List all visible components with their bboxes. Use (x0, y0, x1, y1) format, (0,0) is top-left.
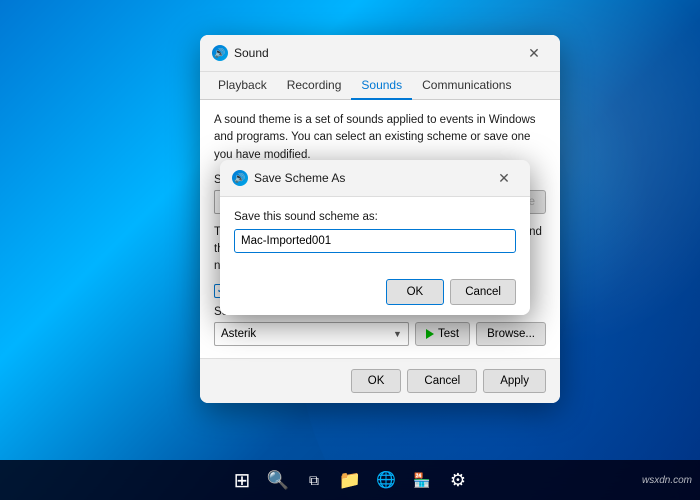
store-taskbar-button[interactable]: 🏪 (406, 464, 438, 496)
save-dialog-content: Save this sound scheme as: (220, 197, 530, 279)
sound-dialog-title-left: 🔊 Sound (212, 45, 269, 61)
tab-recording[interactable]: Recording (277, 72, 352, 100)
tab-sounds[interactable]: Sounds (351, 72, 412, 100)
save-dialog-titlebar: 🔊 Save Scheme As ✕ (220, 160, 530, 197)
save-scheme-input[interactable] (234, 229, 516, 253)
save-cancel-button[interactable]: Cancel (450, 279, 516, 305)
sound-title-icon: 🔊 (212, 45, 228, 61)
sound-dialog-close-button[interactable]: ✕ (520, 43, 548, 63)
test-button-label: Test (438, 328, 459, 340)
taskbar: ⊞ 🔍 ⧉ 📁 🌐 🏪 ⚙ wsxdn.com (0, 460, 700, 500)
sounds-dropdown[interactable]: Asterik ▼ (214, 322, 409, 346)
search-taskbar-button[interactable]: 🔍 (262, 464, 294, 496)
tab-playback[interactable]: Playback (208, 72, 277, 100)
edge-taskbar-button[interactable]: 🌐 (370, 464, 402, 496)
sound-ok-button[interactable]: OK (351, 369, 402, 393)
apply-button[interactable]: Apply (483, 369, 546, 393)
save-scheme-label: Save this sound scheme as: (234, 211, 516, 223)
save-footer-buttons: OK Cancel (234, 279, 516, 305)
save-dialog-title-left: 🔊 Save Scheme As (232, 170, 345, 186)
settings-taskbar-button[interactable]: ⚙ (442, 464, 474, 496)
task-view-button[interactable]: ⧉ (298, 464, 330, 496)
sounds-dropdown-value: Asterik (221, 328, 256, 340)
taskbar-right: wsxdn.com (642, 475, 692, 486)
sound-dialog-tabs: Playback Recording Sounds Communications (200, 72, 560, 100)
sound-dialog-title-text: Sound (234, 46, 269, 60)
save-title-icon: 🔊 (232, 170, 248, 186)
play-icon (426, 329, 434, 339)
tab-communications[interactable]: Communications (412, 72, 521, 100)
sounds-chevron-icon: ▼ (393, 329, 402, 339)
sounds-row: Asterik ▼ Test Browse... (214, 322, 546, 346)
save-dialog-title-text: Save Scheme As (254, 171, 345, 185)
sound-scheme-description: A sound theme is a set of sounds applied… (214, 112, 546, 164)
save-dialog-footer: OK Cancel (220, 279, 530, 315)
desktop: 🔊 Sound ✕ Playback Recording Sounds Comm… (0, 0, 700, 500)
save-ok-button[interactable]: OK (386, 279, 445, 305)
browse-button[interactable]: Browse... (476, 322, 546, 346)
test-button[interactable]: Test (415, 322, 470, 346)
start-button[interactable]: ⊞ (226, 464, 258, 496)
folder-taskbar-button[interactable]: 📁 (334, 464, 366, 496)
sound-dialog-titlebar: 🔊 Sound ✕ (200, 35, 560, 72)
wsxdn-watermark: wsxdn.com (642, 475, 692, 486)
save-dialog-close-button[interactable]: ✕ (490, 168, 518, 188)
save-scheme-dialog: 🔊 Save Scheme As ✕ Save this sound schem… (220, 160, 530, 315)
sound-cancel-button[interactable]: Cancel (407, 369, 477, 393)
sound-dialog-footer: OK Cancel Apply (200, 358, 560, 403)
